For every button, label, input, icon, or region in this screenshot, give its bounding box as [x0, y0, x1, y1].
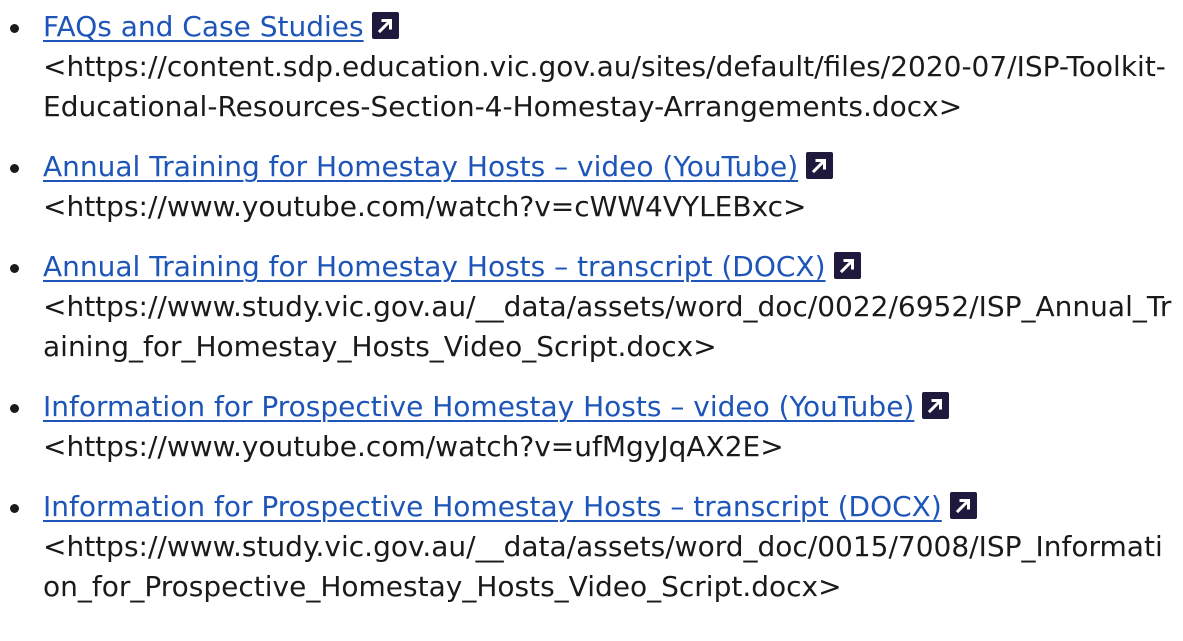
resource-link[interactable]: Information for Prospective Homestay Hos…: [43, 490, 942, 523]
bullet: [10, 404, 19, 413]
list-item: Annual Training for Homestay Hosts – vid…: [0, 147, 1183, 227]
list-item: Annual Training for Homestay Hosts – tra…: [0, 247, 1183, 367]
external-link-icon[interactable]: [949, 492, 977, 519]
url-text: <https://content.sdp.education.vic.gov.a…: [43, 50, 1166, 123]
bullet: [10, 24, 19, 33]
url-text: <https://www.youtube.com/watch?v=ufMgyJq…: [43, 430, 784, 463]
url-text: <https://www.study.vic.gov.au/__data/ass…: [43, 530, 1163, 603]
external-link-icon[interactable]: [833, 252, 861, 279]
bullet: [10, 164, 19, 173]
bullet: [10, 504, 19, 513]
resource-link[interactable]: Annual Training for Homestay Hosts – vid…: [43, 150, 798, 183]
list-item: FAQs and Case Studies <https://content.s…: [0, 7, 1183, 127]
url-text: <https://www.study.vic.gov.au/__data/ass…: [43, 290, 1172, 363]
resource-link[interactable]: FAQs and Case Studies: [43, 10, 364, 43]
resource-list: FAQs and Case Studies <https://content.s…: [0, 0, 1183, 607]
resource-link[interactable]: Annual Training for Homestay Hosts – tra…: [43, 250, 826, 283]
url-text: <https://www.youtube.com/watch?v=cWW4VYL…: [43, 190, 807, 223]
external-link-icon[interactable]: [371, 12, 399, 39]
resource-link[interactable]: Information for Prospective Homestay Hos…: [43, 390, 914, 423]
external-link-icon[interactable]: [922, 392, 950, 419]
bullet: [10, 264, 19, 273]
external-link-icon[interactable]: [806, 152, 834, 179]
list-item: Information for Prospective Homestay Hos…: [0, 487, 1183, 607]
list-item: Information for Prospective Homestay Hos…: [0, 387, 1183, 467]
